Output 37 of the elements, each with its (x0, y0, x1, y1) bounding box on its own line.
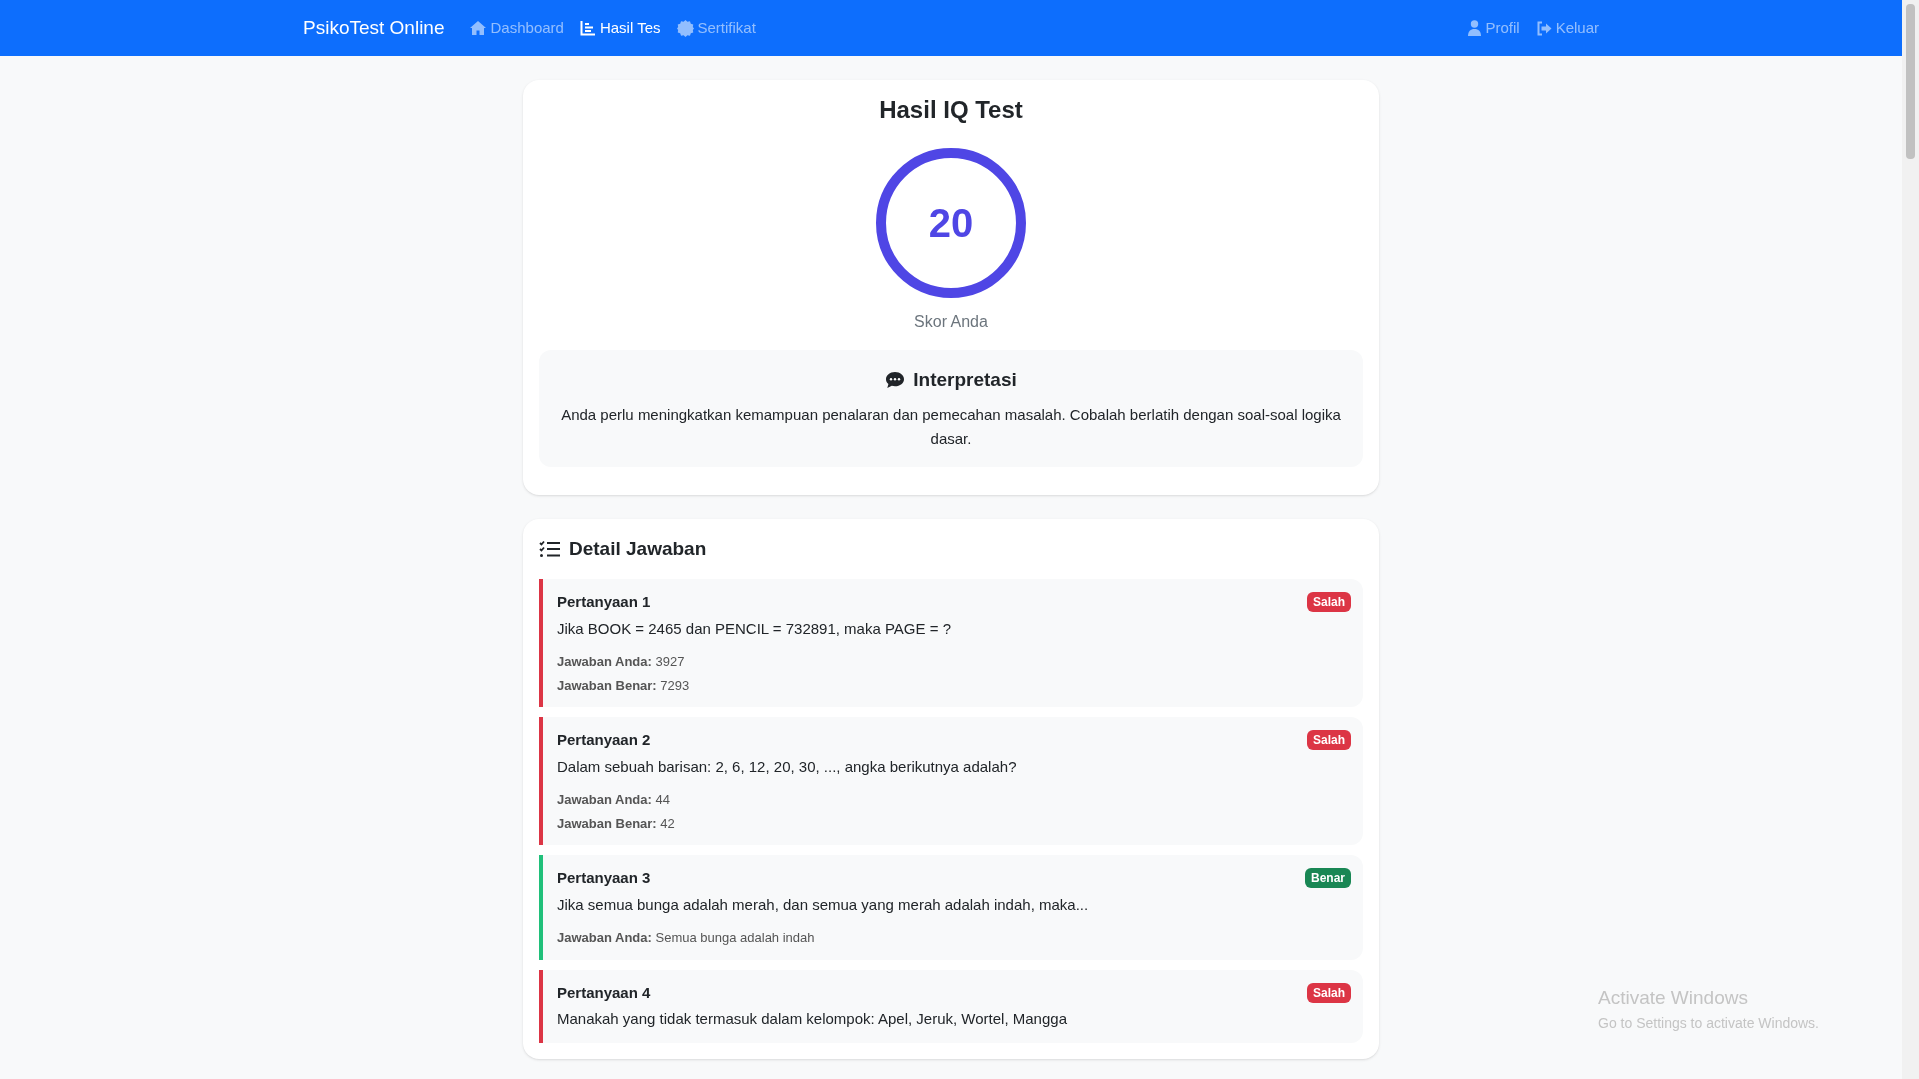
answer-line: Jawaban Anda: Semua bunga adalah indah (557, 929, 816, 947)
question-number: Pertanyaan 2 (557, 730, 651, 750)
checklist-icon (539, 539, 561, 558)
question-number: Pertanyaan 4 (557, 982, 651, 1003)
score-label: Skor Anda (914, 312, 988, 332)
home-icon (468, 20, 487, 36)
status-badge: Benar (1305, 868, 1351, 889)
answer-line: Jawaban Benar: 7293 (557, 676, 691, 695)
question-text: Dalam sebuah barisan: 2, 6, 12, 20, 30, ..., angka berikutnya adalah? (557, 756, 1018, 777)
logout-icon (1535, 20, 1552, 36)
question-number: Pertanyaan 1 (557, 592, 651, 612)
status-badge: Salah (1307, 730, 1351, 751)
status-badge: Salah (1307, 592, 1351, 613)
chart-icon (579, 20, 596, 36)
speech-bubble-icon (885, 371, 906, 390)
nav-link[interactable]: Sertifikat (676, 16, 756, 40)
badge-icon (676, 19, 694, 37)
scrollbar[interactable] (1902, 0, 1919, 1079)
question-text: Jika semua bunga adalah merah, dan semua yang merah adalah indah, maka... (557, 894, 1090, 915)
result-title: Hasil IQ Test (879, 95, 1023, 125)
nav-link[interactable]: Keluar (1535, 16, 1599, 40)
question-text: Manakah yang tidak termasuk dalam kelompok: Apel, Jeruk, Wortel, Mangga (557, 1009, 1068, 1029)
question-number: Pertanyaan 3 (557, 868, 651, 888)
nav-link[interactable]: Profil (1468, 16, 1520, 40)
details-title: Detail Jawaban (569, 536, 707, 561)
interpretation-title: Interpretasi (913, 368, 1017, 392)
score-value: 20 (928, 200, 974, 247)
interpretation-text: Anda perlu meningkatkan kemampuan penalaran dan pemecahan masalah. Cobalah berlatih dengan soal-soal logika dasar. (560, 404, 1342, 449)
brand-link[interactable]: PsikoTest Online (303, 13, 445, 43)
question-text: Jika BOOK = 2465 dan PENCIL = 732891, maka PAGE = ? (557, 618, 952, 639)
nav-link[interactable]: Dashboard (468, 16, 564, 40)
user-icon (1468, 20, 1482, 36)
status-badge: Salah (1307, 982, 1351, 1003)
nav-link[interactable]: Hasil Tes (579, 16, 661, 40)
answer-line: Jawaban Anda: 44 (557, 791, 671, 809)
answer-line: Jawaban Anda: 3927 (557, 653, 686, 671)
answer-line: Jawaban Benar: 42 (557, 814, 676, 833)
